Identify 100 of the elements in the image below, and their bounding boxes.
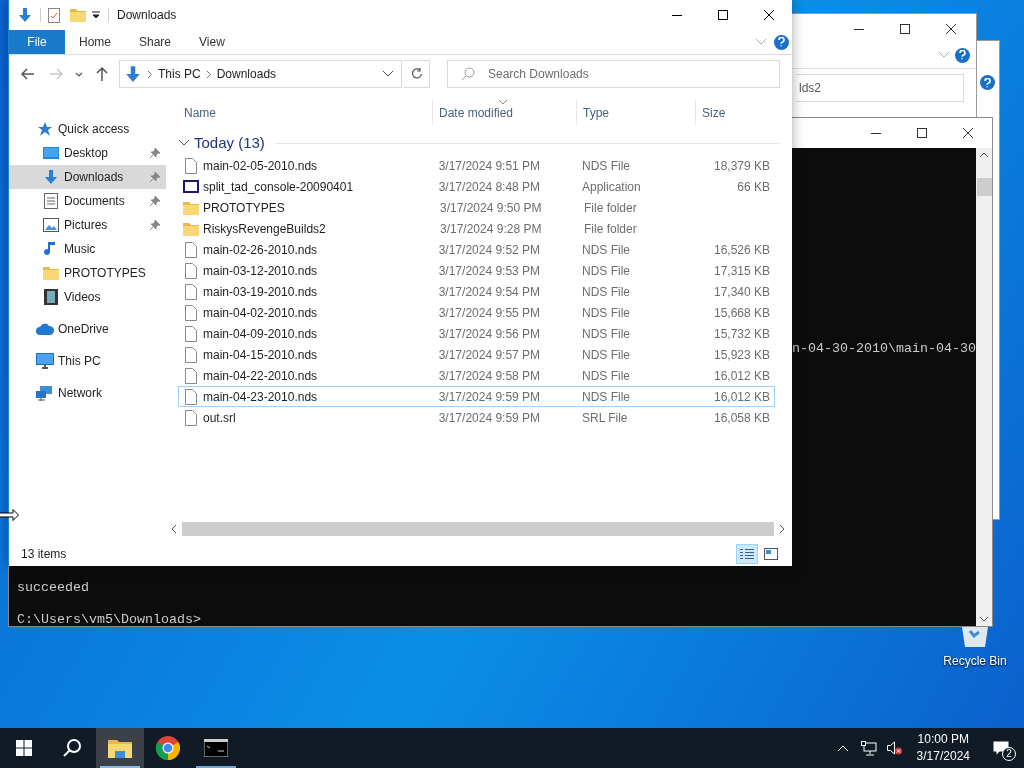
close-icon [963,128,973,138]
file-row[interactable]: main-04-15-2010.nds 3/17/2024 9:57 PM NDS File 15,923 KB [178,344,775,365]
ribbon-tab[interactable]: Share [125,30,186,54]
file-row[interactable]: PROTOTYPES 3/17/2024 9:50 PM File folder [178,197,775,218]
date-cell-text: 3/17/2024 9:59 PM [437,388,542,406]
file-row[interactable]: main-03-12-2010.nds 3/17/2024 9:53 PM NDS File 17,315 KB [178,260,775,281]
checklist-icon[interactable] [48,7,60,23]
file-row[interactable]: out.srl 3/17/2024 9:59 PM SRL File 16,058 KB [178,407,775,428]
type-cell-text: SRL File [580,409,629,427]
nav-label: Network [58,385,103,402]
file-name: main-03-19-2010.nds [203,283,318,301]
nav-item[interactable]: Network [9,381,166,405]
notification-button[interactable]: 2 [978,728,1024,768]
file-row[interactable]: main-02-26-2010.nds 3/17/2024 9:52 PM NDS File 16,526 KB [178,239,775,260]
monitor-icon [36,353,54,369]
star-icon [37,121,53,137]
folder-icon [70,8,86,22]
file-row[interactable]: main-04-22-2010.nds 3/17/2024 9:58 PM NDS File 16,012 KB [178,365,775,386]
date-cell-text: 3/17/2024 9:51 PM [437,157,542,175]
date-cell-text: 3/17/2024 9:58 PM [437,367,542,385]
nav-item[interactable]: Pictures [9,213,166,237]
chevron-up-icon[interactable] [980,152,988,157]
scrollbar-thumb[interactable] [976,178,992,196]
dropdown-icon[interactable] [92,11,100,19]
size-cell-text: 15,668 KB [712,304,771,322]
date-cell-text: 3/17/2024 9:28 PM [439,220,543,238]
column-header[interactable]: Type [577,100,696,125]
nav-item[interactable]: PROTOTYPES [9,261,166,285]
chevron-down-icon[interactable] [178,139,190,147]
file-icon [185,346,197,363]
search-field[interactable]: Search Downloads [447,60,780,88]
network-icon[interactable] [860,740,877,756]
file-row[interactable]: main-02-05-2010.nds 3/17/2024 9:51 PM NDS File 18,379 KB [178,155,775,176]
file-name: main-04-22-2010.nds [203,367,318,385]
type-cell-text: NDS File [580,367,631,385]
file-row[interactable]: main-04-02-2010.nds 3/17/2024 9:55 PM NDS File 15,668 KB [178,302,775,323]
column-header[interactable]: Date modified [433,100,577,125]
address-field[interactable]: lds2 [796,74,964,102]
clock[interactable]: 10:00 PM 3/17/2024 [908,731,978,765]
breadcrumb-item[interactable]: Downloads [216,65,277,83]
nav-label: OneDrive [58,321,110,338]
chevron-down-icon [939,52,949,58]
date-cell-text: 3/17/2024 9:50 PM [439,199,543,217]
console-line: succeeded [17,580,90,596]
file-row[interactable]: main-04-23-2010.nds 3/17/2024 9:59 PM NDS File 16,012 KB [178,386,775,407]
speaker-icon[interactable] [886,741,903,755]
search-icon [461,67,475,81]
nav-item[interactable]: Desktop [9,141,166,165]
ribbon-tab[interactable]: Home [65,30,125,54]
nav-label: Quick access [58,121,131,138]
size-cell-text: 17,340 KB [712,283,771,301]
film-icon [44,289,58,305]
file-name: main-02-05-2010.nds [203,157,318,175]
file-row[interactable]: split_tad_console-20090401 3/17/2024 8:48 PM Application 66 KB [178,176,775,197]
notification-count: 2 [1002,747,1016,761]
help-icon[interactable] [980,75,995,90]
help-icon[interactable] [774,34,789,50]
column-header[interactable]: Size [696,100,776,125]
nav-item[interactable]: Downloads [9,165,166,189]
nav-item[interactable]: Music [9,237,166,261]
nav-item[interactable]: Videos [9,285,166,309]
help-icon[interactable] [955,47,970,63]
folder-icon [108,738,132,758]
nav-item[interactable]: Documents [9,189,166,213]
nav-label: Pictures [64,217,109,234]
file-icon [185,409,197,426]
sort-caret-icon [499,100,507,105]
download-icon [43,169,59,185]
file-row[interactable]: RiskysRevengeBuilds2 3/17/2024 9:28 PM File folder [178,218,775,239]
details-view-button[interactable] [736,543,758,564]
breadcrumb-item[interactable]: This PC [158,65,201,83]
folder-icon [43,266,59,280]
address-bar[interactable]: This PC Downloads [119,60,402,88]
nav-item[interactable]: Quick access [9,117,166,141]
type-cell-text: NDS File [580,262,631,280]
vertical-scrollbar[interactable] [976,148,992,626]
desktop-icon-label[interactable]: Recycle Bin [943,652,1007,670]
refresh-icon [410,68,423,80]
group-header[interactable]: Today (13) [194,131,265,155]
chevron-down-icon[interactable] [383,71,393,77]
right-arrow-icon [48,66,64,82]
size-cell-text: 15,923 KB [712,346,771,364]
close-icon [946,24,956,34]
search-icon [62,738,82,758]
nav-item[interactable]: This PC [9,349,166,373]
ribbon-tab[interactable]: View [185,30,239,54]
chevron-down-icon[interactable] [980,617,988,622]
file-icon [185,388,197,405]
close-icon [764,10,774,20]
size-cell-text: 17,315 KB [712,262,771,280]
size-cell-text: 15,732 KB [712,325,771,343]
file-tab[interactable]: File [9,30,65,54]
refresh-button[interactable] [404,60,430,88]
file-row[interactable]: main-03-19-2010.nds 3/17/2024 9:54 PM NDS File 17,340 KB [178,281,775,302]
file-row[interactable]: main-04-09-2010.nds 3/17/2024 9:56 PM NDS File 15,732 KB [178,323,775,344]
nav-item[interactable]: OneDrive [9,317,166,341]
terminal-icon [204,739,228,757]
taskbar-app[interactable] [96,728,144,768]
column-header[interactable]: Name [178,100,433,125]
desktop-icon [43,146,59,160]
